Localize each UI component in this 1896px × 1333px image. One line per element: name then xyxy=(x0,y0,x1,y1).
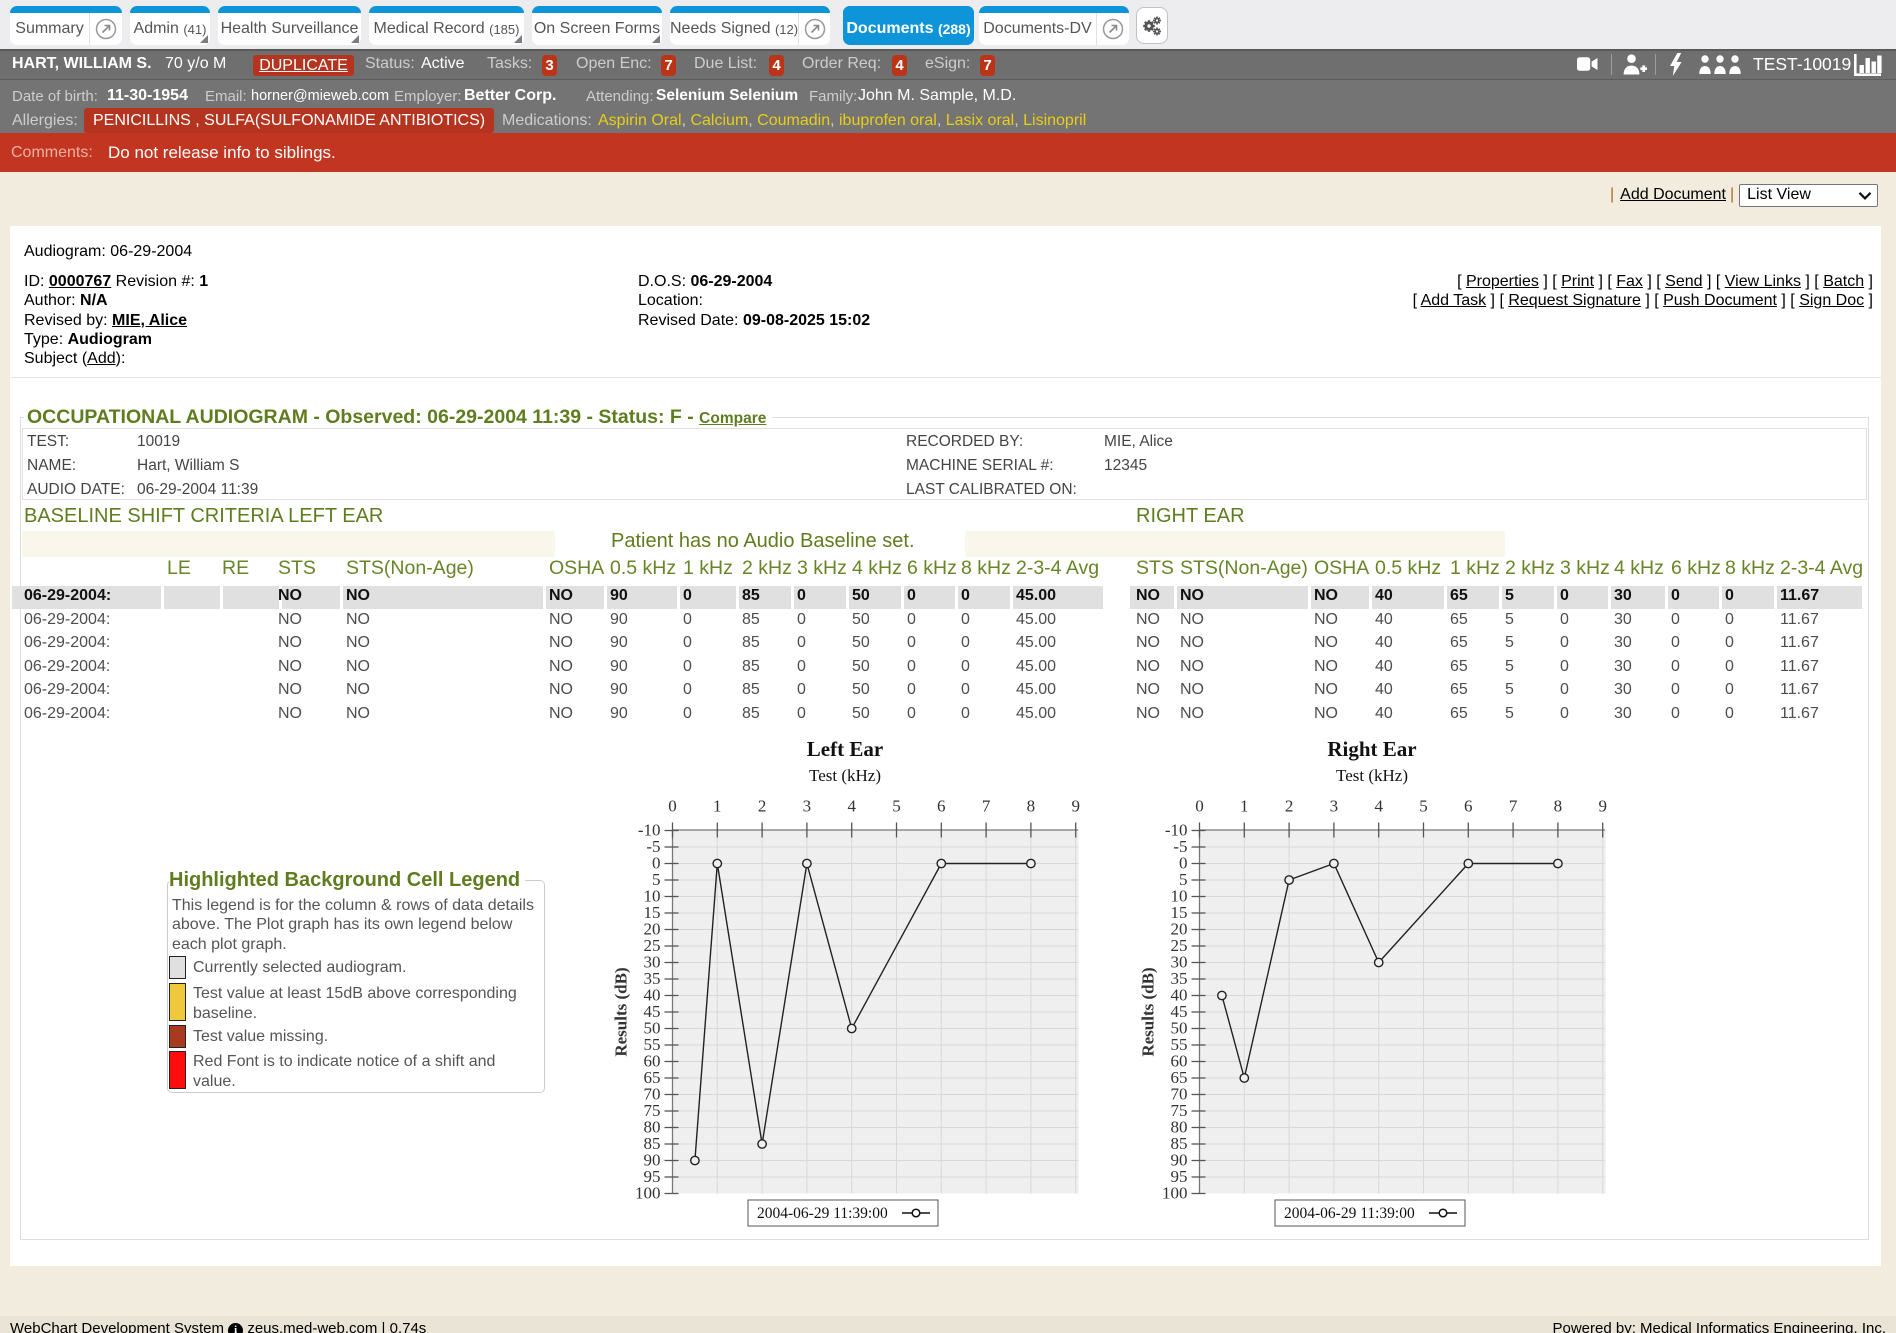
svg-text:7: 7 xyxy=(982,797,991,816)
svg-text:2004-06-29 11:39:00: 2004-06-29 11:39:00 xyxy=(1284,1205,1415,1222)
svg-text:6: 6 xyxy=(1464,797,1473,816)
svg-text:Results (dB): Results (dB) xyxy=(1139,967,1158,1056)
svg-text:Results (dB): Results (dB) xyxy=(612,967,631,1056)
svg-text:100: 100 xyxy=(635,1184,661,1203)
svg-text:0: 0 xyxy=(668,797,677,816)
svg-text:9: 9 xyxy=(1598,797,1607,816)
svg-text:8: 8 xyxy=(1027,797,1036,816)
svg-text:8: 8 xyxy=(1554,797,1563,816)
svg-text:1: 1 xyxy=(713,797,722,816)
svg-text:100: 100 xyxy=(1162,1184,1188,1203)
svg-text:9: 9 xyxy=(1071,797,1080,816)
svg-text:Test (kHz): Test (kHz) xyxy=(1336,766,1408,785)
svg-text:3: 3 xyxy=(803,797,812,816)
svg-text:2: 2 xyxy=(758,797,767,816)
svg-text:Test (kHz): Test (kHz) xyxy=(809,766,881,785)
svg-text:2: 2 xyxy=(1285,797,1294,816)
svg-text:Left Ear: Left Ear xyxy=(807,737,883,761)
svg-text:7: 7 xyxy=(1509,797,1518,816)
svg-text:3: 3 xyxy=(1330,797,1339,816)
svg-text:0: 0 xyxy=(1195,797,1204,816)
svg-text:1: 1 xyxy=(1240,797,1249,816)
svg-text:6: 6 xyxy=(937,797,946,816)
svg-text:5: 5 xyxy=(892,797,901,816)
svg-text:Right Ear: Right Ear xyxy=(1327,737,1416,761)
svg-text:4: 4 xyxy=(1374,797,1383,816)
svg-text:5: 5 xyxy=(1419,797,1428,816)
svg-text:4: 4 xyxy=(847,797,856,816)
svg-text:2004-06-29 11:39:00: 2004-06-29 11:39:00 xyxy=(757,1205,888,1222)
